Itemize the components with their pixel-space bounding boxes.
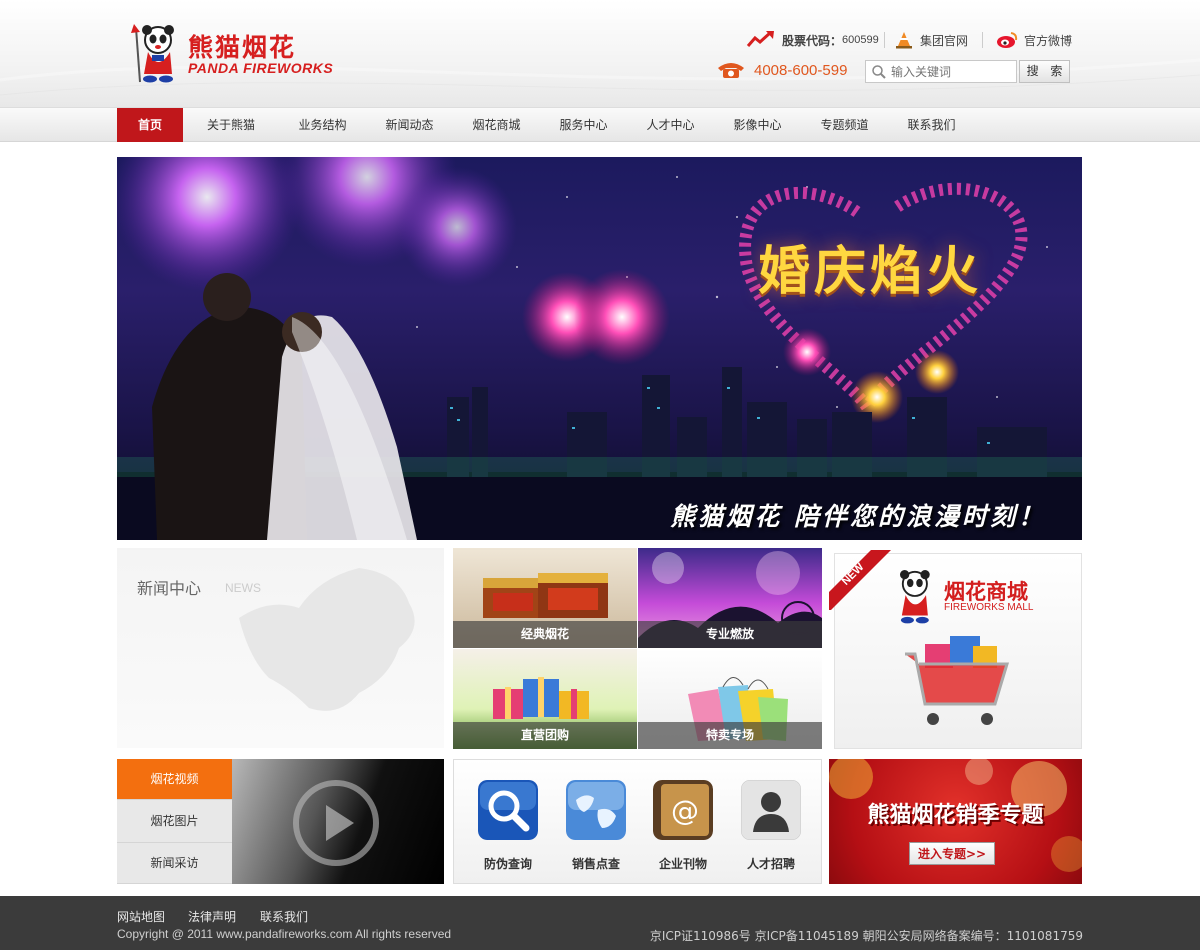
footer-link-sitemap[interactable]: 网站地图 (117, 908, 165, 925)
divider (884, 32, 885, 48)
logo-chinese-text[interactable]: 熊猫烟花 (188, 28, 296, 64)
services-panel: 防伪查询 销售点查 @ 企业刊物 人才招聘 (453, 759, 822, 884)
product-tile-label: 专业燃放 (638, 621, 822, 648)
news-center-panel[interactable]: 新闻中心 NEWS (117, 548, 444, 748)
promo-title: 熊猫烟花销季专题 (867, 803, 1044, 828)
mall-subtitle: FIREWORKS MALL (944, 602, 1034, 613)
nav-item-media[interactable]: 影像中心 (714, 108, 801, 142)
footer-link-contact[interactable]: 联系我们 (260, 908, 308, 925)
nav-item-business[interactable]: 业务结构 (279, 108, 366, 142)
nav-item-topics[interactable]: 专题频道 (801, 108, 888, 142)
weibo-label: 官方微博 (1024, 33, 1073, 48)
service-recruitment[interactable]: 人才招聘 (740, 779, 802, 872)
nav-item-mall[interactable]: 烟花商城 (453, 108, 540, 142)
stock-code-info: 股票代码： 600599 (746, 30, 879, 50)
service-label: 人才招聘 (746, 857, 795, 871)
product-tile-special-sale[interactable]: 特卖专场 (638, 649, 822, 749)
service-anti-counterfeit[interactable]: 防伪查询 (477, 780, 539, 872)
telephone-icon (718, 63, 744, 78)
product-tile-professional[interactable]: 专业燃放 (638, 548, 822, 648)
shopping-cart-icon (905, 636, 1010, 725)
nav-item-contact[interactable]: 联系我们 (888, 108, 975, 142)
hotline-number: 4008-600-599 (754, 61, 848, 79)
news-center-title: 新闻中心 (137, 579, 202, 598)
globe-icon (566, 780, 626, 840)
nav-item-home[interactable]: 首页 (117, 108, 183, 142)
nav-item-news[interactable]: 新闻动态 (366, 108, 453, 142)
divider (982, 32, 983, 48)
site-footer: 网站地图 法律声明 联系我们 Copyright @ 2011 www.pand… (0, 896, 1200, 950)
search-box[interactable] (865, 60, 1017, 83)
tab-fireworks-video[interactable]: 烟花视频 (117, 759, 232, 800)
nav-item-talent[interactable]: 人才中心 (627, 108, 714, 142)
product-tile-label: 特卖专场 (638, 722, 822, 749)
group-site-label: 集团官网 (920, 33, 969, 48)
video-player[interactable] (232, 759, 444, 884)
tab-fireworks-photos[interactable]: 烟花图片 (117, 800, 232, 843)
product-tile-label: 直营团购 (453, 722, 637, 749)
service-sales-outlets[interactable]: 销售点查 (565, 780, 627, 872)
service-label: 销售点查 (571, 857, 620, 871)
footer-link-legal[interactable]: 法律声明 (188, 908, 236, 925)
service-publications[interactable]: @ 企业刊物 (652, 780, 714, 872)
hotline: 4008-600-599 (716, 60, 847, 80)
product-tile-group-buy[interactable]: 直营团购 (453, 649, 637, 749)
svg-text:@: @ (671, 794, 699, 827)
nav-item-about[interactable]: 关于熊猫 (183, 108, 279, 142)
search-button[interactable]: 搜 索 (1019, 60, 1070, 83)
sales-season-promo[interactable]: 熊猫烟花销季专题 进入专题>> (829, 759, 1082, 884)
at-book-icon: @ (653, 780, 713, 840)
icp-record-text: 京ICP证110986号 京ICP备11045189 朝阳公安局网络备案编号：1… (649, 929, 1083, 943)
banner-slogan: 熊猫烟花 陪伴您的浪漫时刻！ (670, 502, 1046, 531)
search-icon (872, 64, 886, 79)
play-icon[interactable] (290, 777, 382, 869)
enter-topic-button[interactable]: 进入专题>> (909, 842, 995, 865)
news-center-title-en: NEWS (225, 581, 261, 595)
fireworks-mall-panel[interactable]: NEW 烟花商城 FIREWORKS MALL (829, 550, 1082, 749)
nav-item-service[interactable]: 服务中心 (540, 108, 627, 142)
logo-english-text[interactable]: PANDA FIREWORKS (188, 60, 333, 76)
stock-label: 股票代码： (782, 33, 843, 48)
person-icon (740, 779, 802, 841)
product-tile-classic[interactable]: 经典烟花 (453, 548, 637, 648)
weibo-icon (997, 32, 1018, 48)
stock-code: 600599 (842, 34, 879, 46)
product-tile-label: 经典烟花 (453, 621, 637, 648)
panda-mascot-icon (900, 570, 930, 624)
trend-arrow-icon (746, 31, 774, 47)
search-icon (478, 780, 538, 840)
cone-icon (896, 32, 912, 49)
hero-banner[interactable]: 婚庆焰火 熊猫烟花 陪伴您的浪漫时刻！ (117, 157, 1082, 540)
search-input[interactable] (891, 64, 1011, 79)
weibo-link[interactable]: 官方微博 (996, 30, 1072, 50)
banner-title: 婚庆焰火 (757, 241, 982, 302)
service-label: 企业刊物 (658, 857, 707, 871)
tab-news-interviews[interactable]: 新闻采访 (117, 843, 232, 884)
banner-fireworks-scene (117, 157, 1082, 540)
group-site-link[interactable]: 集团官网 (894, 30, 968, 50)
main-nav: 首页 关于熊猫 业务结构 新闻动态 烟花商城 服务中心 人才中心 影像中心 专题… (0, 107, 1200, 142)
nav-items: 首页 关于熊猫 业务结构 新闻动态 烟花商城 服务中心 人才中心 影像中心 专题… (117, 108, 975, 142)
service-label: 防伪查询 (483, 857, 532, 871)
panda-mascot-logo-icon[interactable] (128, 22, 184, 84)
copyright-text: Copyright @ 2011 www.pandafireworks.com … (117, 927, 452, 941)
